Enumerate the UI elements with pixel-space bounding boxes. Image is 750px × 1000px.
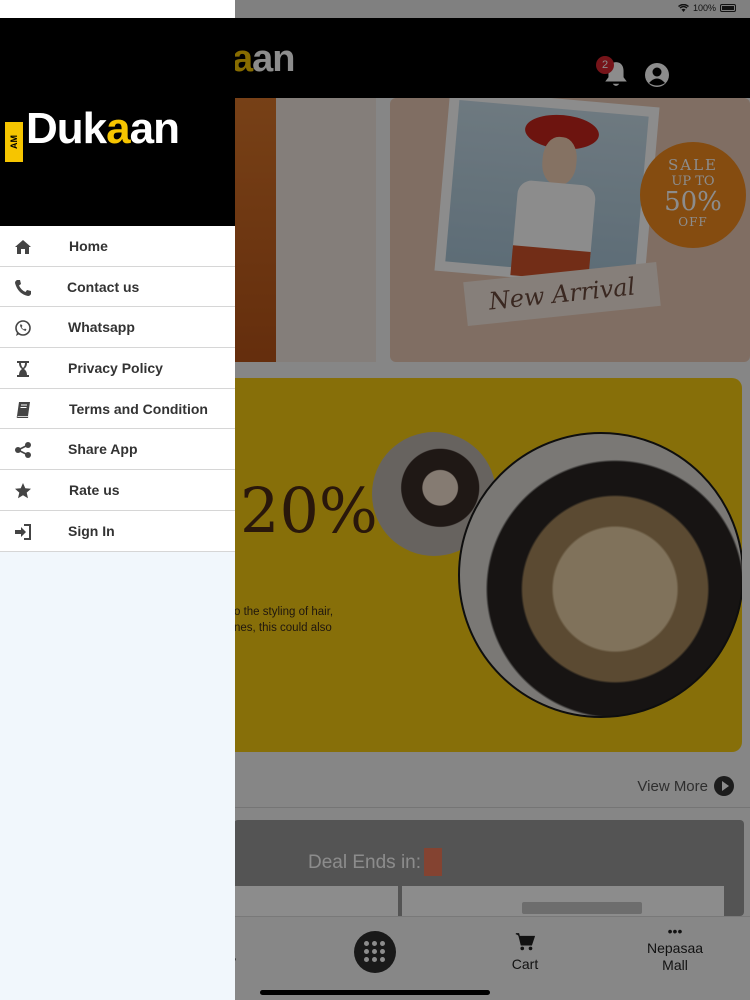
menu-item-signin[interactable]: Sign In xyxy=(0,511,235,552)
star-icon xyxy=(15,483,31,499)
share-icon xyxy=(15,442,31,459)
menu-item-terms[interactable]: Terms and Condition xyxy=(0,389,235,430)
home-icon xyxy=(15,240,31,254)
hourglass-icon xyxy=(17,361,29,378)
menu-item-label: Terms and Condition xyxy=(69,400,208,417)
menu-item-contact[interactable]: Contact us xyxy=(0,267,235,308)
menu-item-label: Home xyxy=(69,237,108,254)
menu-item-label: Whatsapp xyxy=(68,319,135,336)
menu-item-label: Privacy Policy xyxy=(68,359,163,376)
menu-item-privacy[interactable]: Privacy Policy xyxy=(0,348,235,389)
phone-icon xyxy=(15,279,31,296)
logo-prefix: AM xyxy=(5,122,23,162)
menu-item-share[interactable]: Share App xyxy=(0,429,235,471)
menu-item-label: Sign In xyxy=(68,522,115,539)
menu-item-label: Share App xyxy=(68,441,138,458)
whatsapp-icon xyxy=(15,320,31,337)
drawer-header: AM Dukaan xyxy=(0,18,235,226)
navigation-drawer: AM Dukaan Home Contact us Whatsapp Priva… xyxy=(0,0,235,1000)
drawer-status-area xyxy=(0,0,235,18)
drawer-menu: Home Contact us Whatsapp Privacy Policy … xyxy=(0,226,235,552)
menu-item-rate[interactable]: Rate us xyxy=(0,470,235,511)
menu-item-label: Rate us xyxy=(69,481,120,498)
menu-item-home[interactable]: Home xyxy=(0,226,235,267)
sign-in-icon xyxy=(15,523,31,540)
book-icon xyxy=(16,401,30,418)
menu-item-whatsapp[interactable]: Whatsapp xyxy=(0,307,235,349)
drawer-logo: Dukaan xyxy=(26,104,180,153)
menu-item-label: Contact us xyxy=(67,278,140,295)
